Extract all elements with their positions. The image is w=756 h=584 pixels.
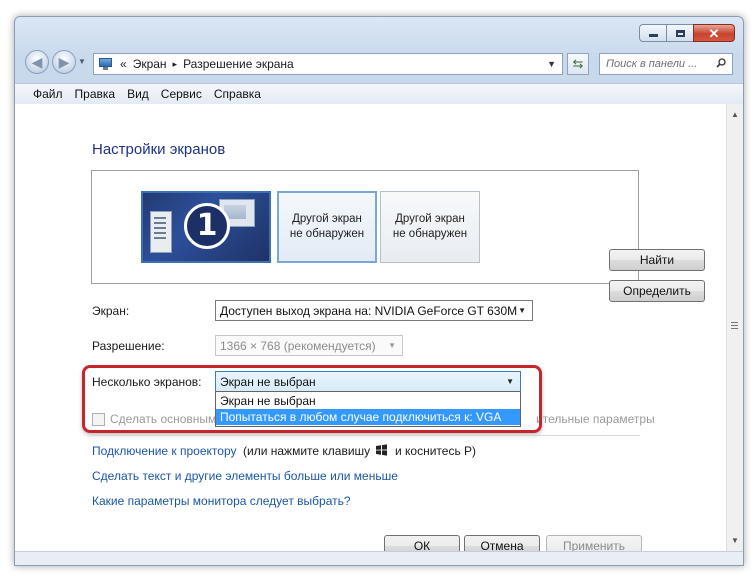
- address-bar[interactable]: « Экран ▸ Разрешение экрана ▼: [93, 53, 563, 75]
- monitor-preview-window: [150, 211, 172, 253]
- monitor-layout-panel: 1 Другой экран не обнаружен Другой экран…: [91, 170, 705, 302]
- text-size-link[interactable]: Сделать текст и другие элементы больше и…: [92, 469, 398, 483]
- search-input[interactable]: Поиск в панели ...: [599, 53, 733, 75]
- forward-arrow-icon: ▶: [58, 53, 70, 70]
- breadcrumb-prefix[interactable]: «: [120, 57, 127, 71]
- advanced-settings-link[interactable]: ительные параметры: [536, 412, 655, 426]
- monitor-params-link[interactable]: Какие параметры монитора следует выбрать…: [92, 494, 351, 508]
- resolution-select-value: 1366 × 768 (рекомендуется): [220, 338, 376, 353]
- page-title: Настройки экранов: [92, 141, 226, 158]
- monitor-3-label-line1: Другой экран: [395, 213, 465, 225]
- minimize-button[interactable]: [639, 24, 667, 42]
- window-controls: ✕: [639, 24, 735, 42]
- resolution-label: Разрешение:: [92, 339, 165, 353]
- chevron-down-icon: ▼: [388, 341, 396, 350]
- breadcrumb-screen[interactable]: Экран: [133, 57, 167, 71]
- monitor-2[interactable]: Другой экран не обнаружен: [277, 191, 377, 263]
- menu-bar: Файл Правка Вид Сервис Справка: [15, 83, 743, 105]
- breadcrumb-resolution[interactable]: Разрешение экрана: [183, 57, 294, 71]
- address-dropdown-icon[interactable]: ▼: [547, 59, 556, 69]
- status-bar: [15, 551, 743, 565]
- windows-logo-icon: [376, 444, 387, 456]
- divider: [92, 435, 640, 436]
- detect-button[interactable]: Определить: [609, 280, 705, 302]
- monitor-3[interactable]: Другой экран не обнаружен: [380, 191, 480, 263]
- close-button[interactable]: ✕: [693, 24, 735, 42]
- menu-edit[interactable]: Правка: [75, 87, 116, 101]
- content-area: Настройки экранов 1 Другой экран не обна…: [15, 104, 726, 557]
- search-placeholder: Поиск в панели ...: [606, 58, 698, 70]
- minimize-icon: [648, 34, 658, 37]
- resolution-select[interactable]: 1366 × 768 (рекомендуется) ▼: [215, 335, 403, 356]
- refresh-button[interactable]: ⇆: [567, 53, 589, 75]
- scroll-down-icon[interactable]: ▼: [731, 536, 739, 545]
- chevron-down-icon: ▼: [518, 306, 526, 315]
- projector-hint-text: (или нажмите клавишу: [243, 444, 371, 458]
- monitor-3-label-line2: не обнаружен: [392, 228, 468, 240]
- maximize-button[interactable]: [666, 24, 694, 42]
- find-button[interactable]: Найти: [609, 249, 705, 271]
- search-icon[interactable]: [716, 58, 726, 68]
- close-icon: ✕: [708, 25, 720, 41]
- back-arrow-icon: ◀: [31, 53, 43, 70]
- menu-tools[interactable]: Сервис: [161, 87, 202, 101]
- scroll-up-icon[interactable]: ▲: [731, 110, 739, 119]
- menu-view[interactable]: Вид: [127, 87, 149, 101]
- recent-pages-dropdown[interactable]: ▼: [78, 57, 86, 66]
- monitor-1[interactable]: 1: [141, 191, 271, 263]
- control-panel-window: ✕ ◀ ▶ ▼ « Экран ▸ Разрешение экрана ▼ ⇆ …: [14, 16, 744, 566]
- menu-help[interactable]: Справка: [214, 87, 261, 101]
- menu-file[interactable]: Файл: [33, 87, 63, 101]
- projector-link[interactable]: Подключение к проектору: [92, 444, 237, 458]
- monitor-number: 1: [184, 203, 230, 249]
- back-button[interactable]: ◀: [25, 50, 49, 74]
- display-icon: [98, 57, 114, 71]
- projector-hint-text-end: и коснитесь P): [395, 444, 477, 458]
- vertical-scrollbar[interactable]: ▲ ▼: [726, 104, 743, 551]
- screen-label: Экран:: [92, 304, 130, 318]
- monitor-2-label-line2: не обнаружен: [289, 228, 365, 240]
- screen-select[interactable]: Доступен выход экрана на: NVIDIA GeForce…: [215, 300, 533, 321]
- breadcrumb-separator[interactable]: ▸: [173, 59, 178, 70]
- scroll-grip-icon[interactable]: [731, 322, 738, 331]
- highlight-annotation: [82, 365, 542, 433]
- forward-button[interactable]: ▶: [52, 50, 76, 74]
- screen-select-value: Доступен выход экрана на: NVIDIA GeForce…: [220, 303, 518, 318]
- refresh-icon: ⇆: [572, 56, 584, 71]
- maximize-icon: [675, 29, 685, 37]
- monitor-2-label-line1: Другой экран: [292, 213, 362, 225]
